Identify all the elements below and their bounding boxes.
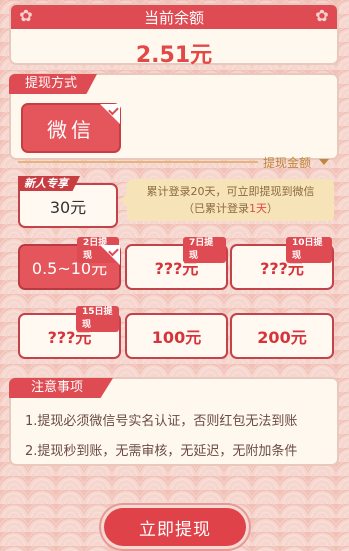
section-divider (18, 161, 258, 163)
new-user-amount: 30元 (49, 197, 87, 217)
amount-option-1[interactable]: 2日提现 0.5~10元 (18, 237, 121, 290)
option-tag: 15日提现 (76, 306, 119, 332)
notes-card: 注意事项 1.提现必须微信号实名认证，否则红包无法到账 2.提现秒到账，无需审核… (9, 377, 339, 466)
flower-icon: ✿ (19, 6, 33, 25)
new-user-option[interactable]: 新人专享 30元 (18, 176, 118, 228)
balance-card: ✿ 当前余额 ✿ 2.51元 (9, 3, 339, 68)
withdraw-now-button[interactable]: 立即提现 (104, 508, 246, 546)
amount-option-6[interactable]: 200元 (230, 313, 334, 359)
new-user-tag: 新人专享 (18, 176, 80, 191)
check-icon (100, 104, 120, 124)
balance-amount: 2.51元 (135, 43, 213, 68)
option-tag: 10日提现 (286, 237, 332, 263)
withdraw-method-card: 提现方式 微信 (9, 73, 339, 160)
flower-icon: ✿ (315, 6, 329, 25)
login-tip: 累计登录20天，可立即提现到微信 （已累计登录1天） (120, 179, 334, 221)
wechat-method-button[interactable]: 微信 (21, 103, 121, 153)
amount-option-3[interactable]: 10日提现 ???元 (230, 237, 334, 290)
amount-option-4[interactable]: 15日提现 ???元 (18, 306, 121, 359)
amount-section-label: 提现金额 (263, 156, 312, 170)
option-label: 100元 (151, 328, 202, 347)
wechat-label: 微信 (47, 117, 95, 142)
amount-option-2[interactable]: 7日提现 ???元 (125, 237, 228, 290)
caret-down-icon (319, 159, 329, 165)
check-icon (100, 245, 120, 265)
option-tag: 7日提现 (183, 237, 226, 263)
balance-title: 当前余额 (143, 8, 204, 27)
method-title: 提现方式 (9, 74, 98, 94)
tip-line1: 累计登录20天，可立即提现到微信 (146, 185, 315, 198)
tip-line2: （已累计登录1天） (183, 202, 278, 215)
amount-option-5[interactable]: 100元 (125, 313, 228, 359)
notes-title: 注意事项 (9, 378, 114, 398)
balance-header: ✿ 当前余额 ✿ (11, 5, 337, 29)
option-label: 200元 (257, 328, 307, 347)
note-item: 2.提现秒到账，无需审核，无延迟，无附加条件 (25, 444, 298, 459)
note-item: 1.提现必须微信号实名认证，否则红包无法到账 (25, 414, 298, 429)
